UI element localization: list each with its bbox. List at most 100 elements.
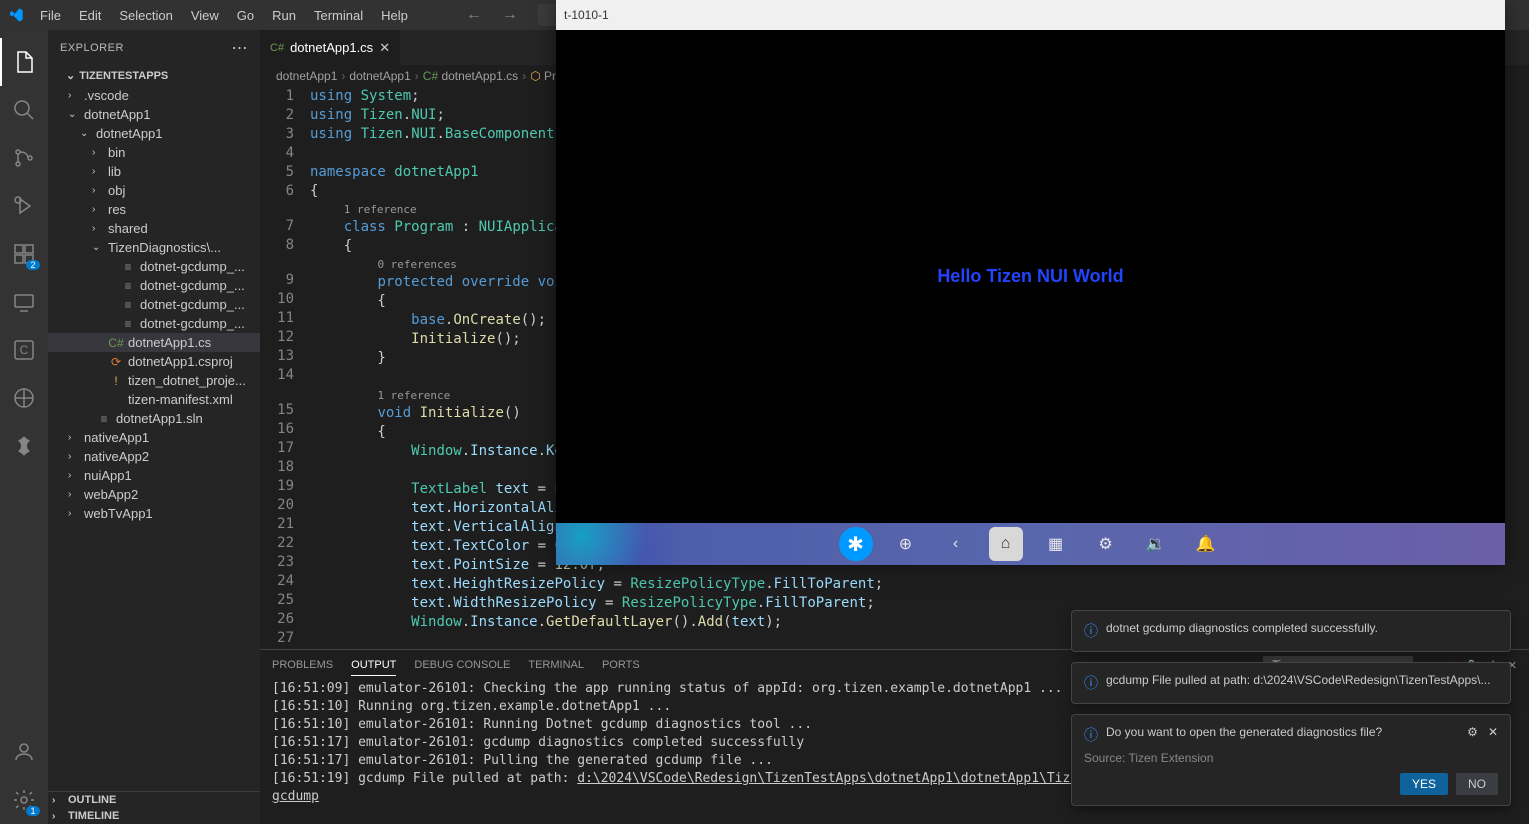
tab-dotnetapp1[interactable]: C# dotnetApp1.cs ✕ <box>260 30 401 65</box>
back-icon[interactable]: ‹ <box>939 527 973 561</box>
tree-item-dotnetapp1-sln[interactable]: ≡dotnetApp1.sln <box>48 409 260 428</box>
info-icon: ⓘ <box>1084 725 1098 745</box>
volume-icon[interactable]: 🔉 <box>1139 527 1173 561</box>
notification-toast: ⓘ Do you want to open the generated diagn… <box>1071 714 1511 806</box>
menu-file[interactable]: File <box>32 4 69 27</box>
tree-item-webtvapp1[interactable]: ›webTvApp1 <box>48 504 260 523</box>
file-icon: ≡ <box>96 412 112 426</box>
panel-tab-output[interactable]: OUTPUT <box>351 655 396 676</box>
tree-item-dotnet-gcdump----[interactable]: ≡dotnet-gcdump_... <box>48 314 260 333</box>
tree-item-label: .vscode <box>84 88 129 103</box>
tree-item-nuiapp1[interactable]: ›nuiApp1 <box>48 466 260 485</box>
panel-tab-problems[interactable]: PROBLEMS <box>272 655 333 675</box>
tree-item-label: nativeApp1 <box>84 430 149 445</box>
notification-bell-icon[interactable]: 🔔 <box>1189 527 1223 561</box>
tree-item-obj[interactable]: ›obj <box>48 181 260 200</box>
tree-item-dotnetapp1-cs[interactable]: C#dotnetApp1.cs <box>48 333 260 352</box>
toast-source: Source: Tizen Extension <box>1084 751 1498 765</box>
activity-tizen-tv-icon[interactable] <box>0 374 48 422</box>
close-icon[interactable]: ✕ <box>1488 725 1498 739</box>
panel-tab-terminal[interactable]: TERMINAL <box>528 655 584 675</box>
tree-item-dotnetapp1[interactable]: ⌄dotnetApp1 <box>48 124 260 143</box>
breadcrumb-item[interactable]: dotnetApp1 <box>276 69 337 83</box>
menu-run[interactable]: Run <box>264 4 304 27</box>
menu-help[interactable]: Help <box>373 4 416 27</box>
activity-explorer-icon[interactable] <box>0 38 48 86</box>
activity-tizen-icon[interactable] <box>0 422 48 470</box>
tree-item-dotnet-gcdump----[interactable]: ≡dotnet-gcdump_... <box>48 295 260 314</box>
emulator-taskbar: ✱ ⊕ ‹ ⌂ ▦ ⚙ 🔉 🔔 <box>556 523 1505 565</box>
sidebar-section-outline[interactable]: ›OUTLINE <box>48 792 260 808</box>
activity-settings-icon[interactable]: 1 <box>0 776 48 824</box>
menu-edit[interactable]: Edit <box>71 4 109 27</box>
emulator-window[interactable]: t-1010-1 Hello Tizen NUI World ✱ ⊕ ‹ ⌂ ▦… <box>556 0 1505 565</box>
toast-message: Do you want to open the generated diagno… <box>1106 725 1459 739</box>
tree-item-label: webApp2 <box>84 487 138 502</box>
panel-tab-debug-console[interactable]: DEBUG CONSOLE <box>414 655 510 675</box>
tree-item-label: dotnet-gcdump_... <box>140 316 245 331</box>
activity-search-icon[interactable] <box>0 86 48 134</box>
tree-item-tizendiagnostics----[interactable]: ⌄TizenDiagnostics\... <box>48 238 260 257</box>
sidebar-section-timeline[interactable]: ›TIMELINE <box>48 808 260 824</box>
csharp-file-icon: C# <box>270 42 284 54</box>
menu-go[interactable]: Go <box>229 4 262 27</box>
tree-item-dotnet-gcdump----[interactable]: ≡dotnet-gcdump_... <box>48 257 260 276</box>
tab-label: dotnetApp1.cs <box>290 40 373 55</box>
settings-gear-icon[interactable]: ⚙ <box>1089 527 1123 561</box>
tree-item-webapp2[interactable]: ›webApp2 <box>48 485 260 504</box>
activity-c-icon[interactable]: C <box>0 326 48 374</box>
tree-item-nativeapp2[interactable]: ›nativeApp2 <box>48 447 260 466</box>
tree-item-label: bin <box>108 145 125 160</box>
tree-item-label: nativeApp2 <box>84 449 149 464</box>
explorer-more-icon[interactable]: ⋯ <box>232 38 249 58</box>
toast-message: dotnet gcdump diagnostics completed succ… <box>1106 621 1498 635</box>
tree-item-tizen-dotnet-proje---[interactable]: !tizen_dotnet_proje... <box>48 371 260 390</box>
gear-icon[interactable]: ⚙ <box>1467 725 1478 739</box>
nav-back-icon[interactable]: ← <box>466 6 482 24</box>
tree-item-label: dotnet-gcdump_... <box>140 297 245 312</box>
breadcrumb-item[interactable]: dotnetApp1 <box>349 69 410 83</box>
activity-remote-icon[interactable] <box>0 278 48 326</box>
no-button[interactable]: NO <box>1456 773 1498 795</box>
add-icon[interactable]: ⊕ <box>889 527 923 561</box>
breadcrumb-item[interactable]: C# dotnetApp1.cs <box>423 69 518 83</box>
activity-extensions-icon[interactable]: 2 <box>0 230 48 278</box>
panel-tab-ports[interactable]: PORTS <box>602 655 640 675</box>
tree-item-label: obj <box>108 183 125 198</box>
notification-toasts: ⓘ dotnet gcdump diagnostics completed suc… <box>1071 610 1511 806</box>
tree-item-res[interactable]: ›res <box>48 200 260 219</box>
tree-item-dotnetapp1-csproj[interactable]: ⟳ dotnetApp1.csproj <box>48 352 260 371</box>
tree-item-tizen-manifest-xml[interactable]: tizen-manifest.xml <box>48 390 260 409</box>
menu-terminal[interactable]: Terminal <box>306 4 371 27</box>
tree-item--vscode[interactable]: ›.vscode <box>48 86 260 105</box>
activity-account-icon[interactable] <box>0 728 48 776</box>
close-icon[interactable]: ✕ <box>379 40 390 56</box>
tree-item-dotnetapp1[interactable]: ⌄dotnetApp1 <box>48 105 260 124</box>
apps-grid-icon[interactable]: ▦ <box>1039 527 1073 561</box>
home-icon[interactable]: ⌂ <box>989 527 1023 561</box>
nav-forward-icon[interactable]: → <box>502 6 518 24</box>
file-icon: C# <box>108 336 124 350</box>
svg-text:C: C <box>20 343 29 357</box>
tree-item-shared[interactable]: ›shared <box>48 219 260 238</box>
file-icon: ⟳ <box>108 355 124 369</box>
tree-item-dotnet-gcdump----[interactable]: ≡dotnet-gcdump_... <box>48 276 260 295</box>
tizen-logo-icon[interactable]: ✱ <box>839 527 873 561</box>
explorer-title: EXPLORER <box>60 42 124 54</box>
tree-item-lib[interactable]: ›lib <box>48 162 260 181</box>
emulator-taskbar-decoration <box>556 523 686 565</box>
activity-scm-icon[interactable] <box>0 134 48 182</box>
menu-view[interactable]: View <box>183 4 227 27</box>
main-menu: FileEditSelectionViewGoRunTerminalHelp <box>32 4 416 27</box>
yes-button[interactable]: YES <box>1400 773 1448 795</box>
tree-item-label: dotnetApp1.csproj <box>128 354 233 369</box>
activity-debug-icon[interactable] <box>0 182 48 230</box>
tree-item-bin[interactable]: ›bin <box>48 143 260 162</box>
emulator-titlebar[interactable]: t-1010-1 <box>556 0 1505 30</box>
tree-item-label: dotnet-gcdump_... <box>140 278 245 293</box>
tree-root[interactable]: ⌄TIZENTESTAPPS <box>48 65 260 86</box>
tree-item-nativeapp1[interactable]: ›nativeApp1 <box>48 428 260 447</box>
explorer-sidebar: EXPLORER ⋯ ⌄TIZENTESTAPPS ›.vscode⌄dotne… <box>48 30 260 824</box>
menu-selection[interactable]: Selection <box>111 4 180 27</box>
toast-message: gcdump File pulled at path: d:\2024\VSCo… <box>1106 673 1498 687</box>
